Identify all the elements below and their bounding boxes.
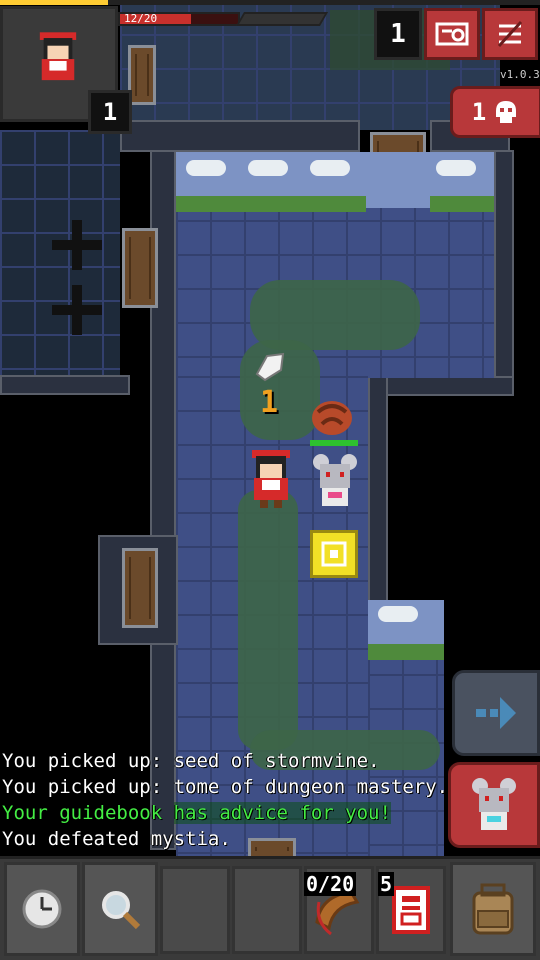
door-top-left[interactable] [128, 45, 156, 105]
moss-patch [238, 490, 298, 750]
log-line: You defeated mystia. [2, 828, 231, 850]
quickslot-charges: 5 [378, 872, 395, 896]
cross-marker-a [52, 220, 102, 270]
wait-button[interactable] [4, 862, 80, 956]
journal-button[interactable] [424, 8, 480, 60]
room-wall-top [120, 120, 360, 152]
cross-marker-b [52, 285, 102, 335]
stormvine-plant[interactable] [308, 396, 356, 440]
level-number: 1 [102, 98, 118, 126]
mouse-enemy-icon [472, 778, 516, 830]
hp-text: 12/20 [124, 12, 158, 25]
quickslot-2[interactable] [232, 866, 302, 954]
grass-edge [430, 196, 494, 212]
room-wall-right [494, 150, 514, 390]
scroll-icon [392, 886, 430, 934]
depth-indicator: 1 [374, 8, 422, 60]
danger-indicator[interactable]: 1 [450, 86, 540, 138]
seed-item[interactable] [253, 352, 287, 382]
inventory-button[interactable] [450, 862, 536, 956]
log-line-advice: Your guidebook has advice for you! [2, 800, 391, 826]
cloud [248, 160, 288, 176]
grass-edge [368, 644, 444, 660]
game-screen: { "hud": { "hp_text": "12/20", "hp_fract… [0, 0, 540, 960]
item-count-label: 1 [260, 385, 279, 420]
menu-icon [497, 20, 523, 48]
attack-target-button[interactable] [448, 762, 540, 848]
magnifier-icon [102, 891, 141, 930]
status-bar [235, 12, 329, 26]
mouse-enemy[interactable] [312, 452, 358, 510]
log-line: You picked up: seed of stormvine. [2, 750, 380, 772]
door-left-lower[interactable] [122, 548, 158, 628]
level-badge: 1 [88, 90, 132, 134]
depth-number: 1 [390, 19, 406, 49]
cloud [436, 160, 476, 176]
quickslot-1[interactable] [160, 866, 230, 954]
enemy-health-bar [310, 440, 358, 446]
resume-button[interactable] [452, 670, 540, 756]
backpack-icon [472, 883, 514, 935]
menu-button[interactable] [482, 8, 538, 60]
cloud [310, 160, 350, 176]
log-line: You picked up: tome of dungeon mastery. [2, 776, 449, 798]
search-button[interactable] [82, 862, 158, 956]
journal-icon [435, 22, 469, 46]
log-advice-link[interactable]: has advice for you! [173, 802, 391, 824]
arrow-right-icon [476, 697, 516, 729]
door-left-upper[interactable] [122, 228, 158, 308]
quickslot-counter: 0/20 [304, 872, 357, 896]
player-hero[interactable] [248, 450, 294, 510]
grass-edge [176, 196, 366, 212]
trap-tile[interactable] [310, 530, 358, 578]
danger-count: 1 [471, 98, 487, 126]
left-room-wall [0, 375, 130, 395]
room-wall-inner [368, 376, 514, 396]
exp-bar-track [0, 0, 540, 5]
version-label: v1.0.3 [500, 68, 540, 81]
cloud [186, 160, 226, 176]
room-wall-inner-v [368, 376, 388, 606]
exp-bar-fill [0, 0, 108, 5]
hero-portrait[interactable] [36, 32, 80, 90]
skull-icon [496, 101, 517, 123]
log-advice-text: Your guidebook [2, 802, 174, 824]
clock-icon [22, 889, 62, 929]
cloud [378, 606, 418, 622]
